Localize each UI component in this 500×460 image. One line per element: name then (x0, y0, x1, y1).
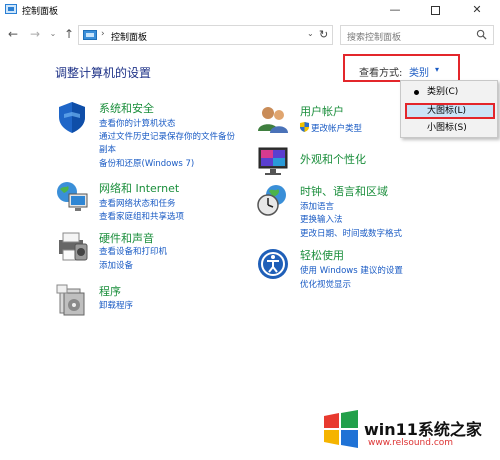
link-change-input-method[interactable]: 更换输入法 (300, 213, 343, 225)
link-optimize-display[interactable]: 优化视觉显示 (300, 278, 351, 290)
menu-item-category[interactable]: 类别(C) (405, 84, 495, 100)
link-uninstall-program[interactable]: 卸载程序 (99, 299, 133, 311)
link-change-date-time-format[interactable]: 更改日期、时间或数字格式 (300, 227, 402, 239)
menu-item-small-icons[interactable]: 小图标(S) (405, 120, 495, 136)
category-title[interactable]: 程序 (99, 283, 121, 299)
maximize-icon (430, 5, 440, 15)
watermark-title: win11系统之家 (364, 420, 482, 439)
breadcrumb-control-panel[interactable]: 控制面板 (111, 30, 147, 43)
title-bar: 控制面板 — ✕ (0, 0, 500, 20)
link-label: 更改帐户类型 (311, 124, 363, 134)
link-backup-restore[interactable]: 备份和还原(Windows 7) (99, 157, 194, 169)
recent-locations-button[interactable]: ⌄ (46, 26, 60, 42)
category-title[interactable]: 外观和个性化 (300, 151, 366, 167)
link-computer-status[interactable]: 查看你的计算机状态 (99, 117, 176, 129)
category-title[interactable]: 轻松使用 (300, 247, 344, 263)
category-title[interactable]: 系统和安全 (99, 100, 154, 116)
minimize-button[interactable]: — (380, 0, 410, 20)
users-icon (258, 107, 288, 133)
printer-icon (59, 232, 88, 261)
link-add-device[interactable]: 添加设备 (99, 259, 133, 271)
view-by-menu: 类别(C) 大图标(L) 小图标(S) (400, 80, 498, 138)
programs-icon (56, 284, 85, 316)
address-dropdown-button[interactable]: ⌄ (307, 29, 314, 38)
forward-button[interactable]: → (28, 26, 42, 42)
category-title[interactable]: 网络和 Internet (99, 180, 179, 196)
link-network-status[interactable]: 查看网络状态和任务 (99, 197, 176, 209)
search-placeholder: 搜索控制面板 (347, 33, 402, 43)
appearance-icon (258, 147, 288, 175)
link-change-account-type[interactable]: 更改帐户类型 (300, 122, 362, 134)
refresh-button[interactable]: ↻ (319, 28, 328, 41)
link-homegroup[interactable]: 查看家庭组和共享选项 (99, 210, 184, 222)
maximize-button[interactable] (420, 0, 450, 20)
menu-item-label: 类别(C) (427, 87, 459, 97)
category-title[interactable]: 时钟、语言和区域 (300, 183, 388, 199)
navigation-bar: ← → ⌄ ↑ › 控制面板 ⌄ ↻ 搜索控制面板 (0, 22, 500, 48)
link-recommended-settings[interactable]: 使用 Windows 建议的设置 (300, 264, 403, 276)
category-title[interactable]: 用户帐户 (300, 103, 344, 119)
watermark-url: www.relsound.com (368, 438, 454, 448)
view-by-control[interactable]: 查看方式: 类别 ▾ (343, 54, 460, 82)
chevron-down-icon: ▾ (435, 65, 440, 74)
window-title: 控制面板 (22, 7, 59, 17)
clock-globe-icon (257, 185, 286, 216)
category-title[interactable]: 硬件和声音 (99, 230, 154, 246)
address-bar[interactable]: › 控制面板 ⌄ ↻ (78, 25, 333, 45)
breadcrumb-separator: › (101, 29, 105, 39)
menu-item-large-icons[interactable]: 大图标(L) (405, 103, 495, 119)
search-icon (476, 29, 487, 40)
radio-selected-icon (414, 90, 419, 95)
control-panel-icon (5, 4, 17, 14)
close-button[interactable]: ✕ (462, 0, 492, 20)
link-devices-printers[interactable]: 查看设备和打印机 (99, 245, 167, 257)
view-by-dropdown[interactable]: 类别 (409, 64, 429, 79)
shield-icon (59, 102, 85, 133)
link-file-history[interactable]: 通过文件历史记录保存你的文件备份 (99, 130, 235, 142)
page-title: 调整计算机的设置 (55, 66, 152, 80)
uac-shield-icon (300, 122, 309, 132)
view-by-label: 查看方式: (359, 68, 403, 79)
up-button[interactable]: ↑ (62, 26, 76, 42)
menu-item-label: 大图标(L) (427, 106, 467, 116)
network-globe-icon (57, 182, 88, 211)
link-file-history-continued[interactable]: 副本 (99, 143, 116, 155)
menu-item-label: 小图标(S) (427, 123, 467, 133)
watermark: win11系统之家 www.relsound.com (320, 410, 500, 450)
windows-logo-icon (324, 410, 358, 448)
link-add-language[interactable]: 添加语言 (300, 200, 334, 212)
ease-of-access-icon (258, 249, 288, 279)
back-button[interactable]: ← (6, 26, 20, 42)
control-panel-icon (83, 30, 97, 40)
search-input[interactable]: 搜索控制面板 (340, 25, 494, 45)
